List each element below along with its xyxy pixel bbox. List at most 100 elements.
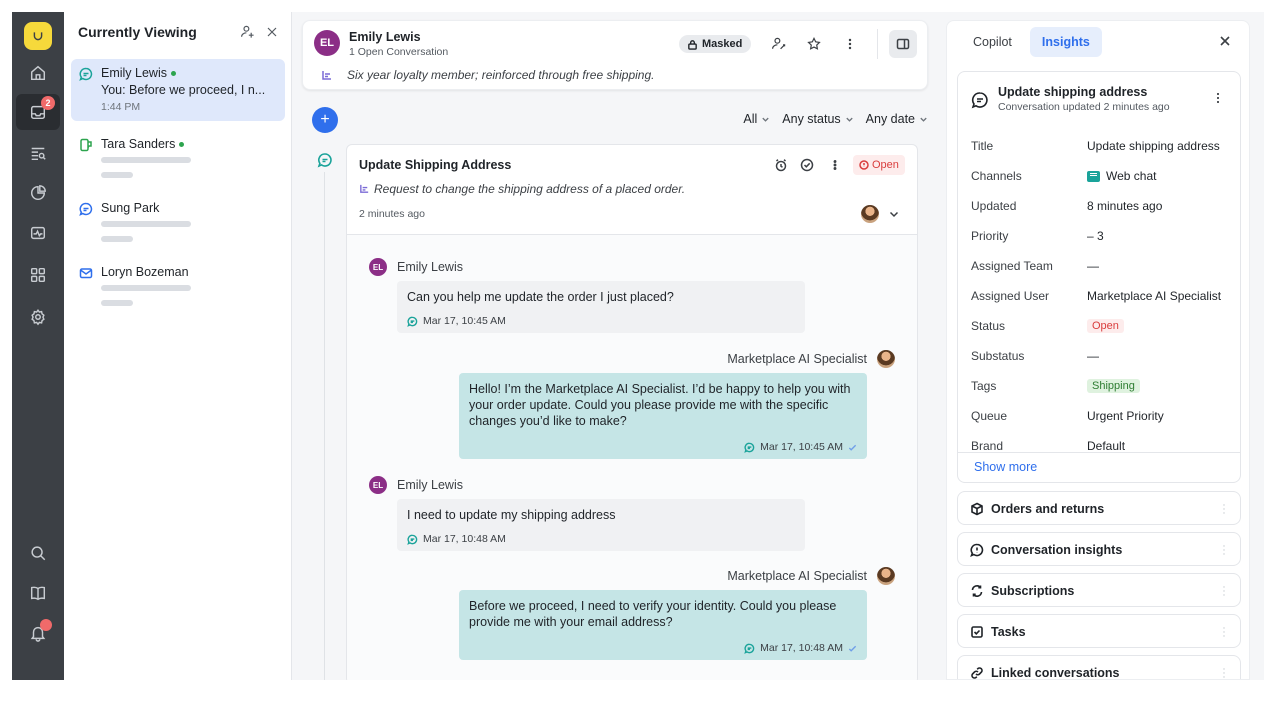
new-conversation-button[interactable]: + [312,107,338,133]
section-tasks[interactable]: Tasks [957,614,1241,648]
field-value-status[interactable]: Open [1087,319,1124,333]
section-label: Conversation insights [991,543,1123,557]
show-more-link[interactable]: Show more [974,460,1037,474]
tag-badge: Shipping [1087,379,1140,393]
section-label: Orders and returns [991,502,1105,516]
section-label: Tasks [991,625,1026,639]
more-options-icon[interactable] [1220,543,1228,557]
left-nav-rail: 2 [12,12,64,680]
field-label-queue: Queue [971,409,1008,423]
conversation-filters: All Any status Any date [743,112,928,126]
incoming-message-bubble: I need to update my shipping address Mar… [397,499,805,551]
conversation-title[interactable]: Update Shipping Address [359,158,511,172]
more-options-icon[interactable] [1220,584,1228,598]
viewing-item-loryn-bozeman[interactable]: Loryn Bozeman [71,258,285,314]
section-subscriptions[interactable]: Subscriptions [957,573,1241,607]
field-label-brand: Brand [971,439,1004,453]
chevron-down-icon[interactable] [887,207,901,221]
viewer-name: Loryn Bozeman [101,265,189,279]
customer-summary: Six year loyalty member; reinforced thro… [347,68,655,82]
viewing-item-emily-lewis[interactable]: Emily Lewis You: Before we proceed, I n.… [71,59,285,121]
tab-insights[interactable]: Insights [1029,27,1102,57]
agent-avatar[interactable] [861,205,879,223]
field-value-channels[interactable]: Web chat [1087,169,1156,183]
field-value-title[interactable]: Update shipping address [1087,139,1220,153]
star-icon[interactable] [803,33,825,55]
customer-name[interactable]: Emily Lewis [349,30,421,44]
side-panel-icon [896,38,910,50]
field-value-queue[interactable]: Urgent Priority [1087,409,1164,423]
settings-gear-icon[interactable] [25,304,51,330]
more-options-icon[interactable] [1220,502,1228,516]
home-icon[interactable] [25,60,51,86]
insight-bubble-icon [970,543,984,557]
viewing-item-sung-park[interactable]: Sung Park [71,194,285,250]
activity-monitor-icon[interactable] [25,220,51,246]
section-conversation-insights[interactable]: Conversation insights [957,532,1241,566]
app-logo-icon[interactable] [24,22,52,50]
section-linked-conversations[interactable]: Linked conversations [957,655,1241,679]
tab-copilot[interactable]: Copilot [961,27,1024,57]
channel-name: Web chat [1106,169,1157,183]
sender-name: Emily Lewis [397,260,463,274]
insights-side-panel: Copilot Insights Update shipping address… [946,20,1250,680]
viewing-item-tara-sanders[interactable]: Tara Sanders [71,130,285,186]
type-filter-dropdown[interactable]: All [743,112,770,126]
conversation-main: EL Emily Lewis 1 Open Conversation Maske… [292,12,932,680]
knowledge-book-icon[interactable] [25,580,51,606]
field-value-tags[interactable]: Shipping [1087,379,1140,393]
toggle-side-panel-button[interactable] [889,30,917,58]
field-label-title: Title [971,139,994,153]
conversation-card: Update Shipping Address Request to chang… [346,144,918,680]
more-options-icon[interactable] [1220,625,1228,639]
incoming-message-bubble: Can you help me update the order I just … [397,281,805,333]
assign-user-icon[interactable] [768,33,790,55]
snooze-alarm-icon[interactable] [771,155,791,175]
details-subtitle: Conversation updated 2 minutes ago [998,101,1170,113]
divider [958,452,1240,453]
status-filter-label: Any status [782,112,841,126]
analytics-pie-icon[interactable] [25,180,51,206]
status-badge[interactable]: Open [853,155,905,175]
close-icon[interactable] [262,22,282,42]
field-value-brand[interactable]: Default [1087,439,1125,453]
divider [877,29,878,59]
chat-channel-icon [744,442,755,453]
date-filter-dropdown[interactable]: Any date [866,112,928,126]
field-value-assigned-team[interactable]: — [1087,259,1099,273]
more-options-icon[interactable] [839,33,861,55]
conversation-details-card: Update shipping address Conversation upd… [957,71,1241,483]
add-viewer-icon[interactable] [238,22,258,42]
app-window: 2 Currently Viewing Emily Lewis You: Bef… [12,12,1264,680]
close-icon[interactable] [1215,31,1235,51]
delivered-check-icon [848,645,857,652]
date-filter-label: Any date [865,112,915,126]
message-meta: Mar 17, 10:48 AM [744,640,857,656]
field-value-priority[interactable]: – 3 [1087,229,1104,243]
masked-badge[interactable]: Masked [679,35,752,53]
currently-viewing-panel: Currently Viewing Emily Lewis You: Befor… [64,12,292,680]
loading-skeleton [101,172,133,178]
field-value-assigned-user[interactable]: Marketplace AI Specialist [1087,289,1221,303]
loading-skeleton [101,157,191,163]
side-panel-tabs: Copilot Insights [961,27,1102,57]
resolve-check-icon[interactable] [797,155,817,175]
sms-channel-icon [79,138,93,152]
message-time: Mar 17, 10:45 AM [423,315,506,327]
more-options-icon[interactable] [1220,666,1228,679]
status-label: Open [872,159,899,171]
queue-list-icon[interactable] [25,140,51,166]
chat-channel-icon [79,67,93,81]
field-value-substatus[interactable]: — [1087,349,1099,363]
delivered-check-icon [848,444,857,451]
more-options-icon[interactable] [825,155,845,175]
search-icon[interactable] [25,540,51,566]
message-meta: Mar 17, 10:48 AM [407,531,506,547]
status-filter-dropdown[interactable]: Any status [782,112,853,126]
apps-grid-icon[interactable] [25,262,51,288]
package-box-icon [970,502,984,516]
customer-avatar[interactable]: EL [314,30,340,56]
more-options-icon[interactable] [1210,90,1226,106]
message-text: Hello! I’m the Marketplace AI Specialist… [469,382,851,428]
section-orders-and-returns[interactable]: Orders and returns [957,491,1241,525]
